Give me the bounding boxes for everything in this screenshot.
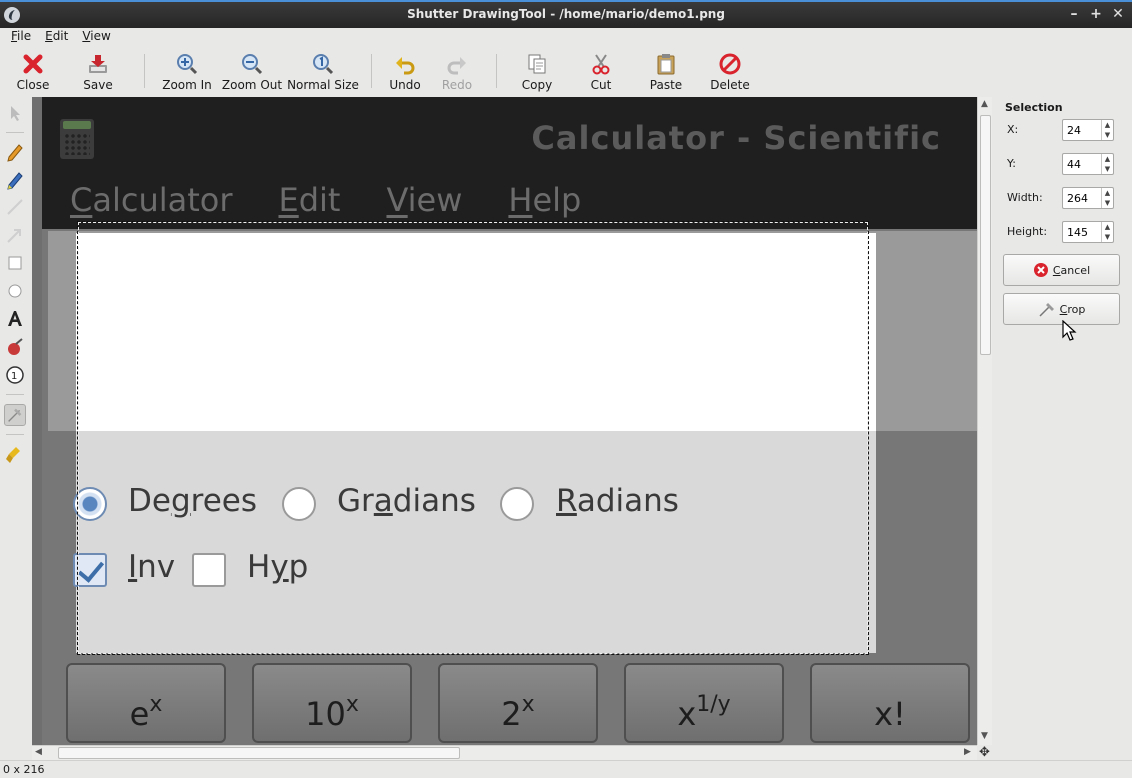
calculator-menu-view: View: [386, 181, 463, 219]
save-button[interactable]: Save: [62, 48, 134, 94]
copy-button[interactable]: Copy: [507, 48, 567, 94]
undo-icon: [396, 57, 415, 75]
calculator-menubar: Calculator Edit View Help: [70, 181, 627, 219]
close-window-button[interactable]: ✕: [1110, 5, 1126, 23]
save-icon: [89, 55, 107, 73]
paste-button[interactable]: Paste: [635, 48, 697, 94]
calculator-menu-calculator: Calculator: [70, 181, 233, 219]
width-input[interactable]: [1063, 188, 1101, 208]
redo-icon: [447, 57, 466, 75]
zoom-out-button[interactable]: Zoom Out: [219, 48, 285, 94]
line-tool-icon[interactable]: [4, 196, 26, 218]
crop-tool-icon[interactable]: [4, 404, 26, 426]
selection-heading: Selection: [1005, 101, 1063, 114]
scroll-left-icon[interactable]: ◀: [35, 747, 42, 757]
key-10-power-x: 10x: [252, 663, 412, 743]
selection-panel: Selection X: ▲▼ Y: ▲▼ Width: ▲▼ Height: …: [993, 97, 1132, 760]
minimize-button[interactable]: –: [1066, 5, 1082, 23]
tool-separator: [6, 132, 24, 133]
menu-bar: File Edit View: [0, 28, 1132, 46]
y-input[interactable]: [1063, 154, 1101, 174]
close-button[interactable]: Close: [4, 48, 62, 94]
key-factorial: x!: [810, 663, 970, 743]
normal-size-button[interactable]: Normal Size: [285, 48, 361, 94]
tool-palette: 1: [0, 96, 32, 760]
vertical-scroll-thumb[interactable]: [980, 115, 991, 355]
pencil-tool-icon[interactable]: [4, 140, 26, 162]
calculator-title: Calculator - Scientific: [531, 119, 941, 157]
key-e-power-x: ex: [66, 663, 226, 743]
zoom-original-icon: [313, 54, 334, 75]
tool-separator: [6, 394, 24, 395]
calculator-icon: [60, 119, 94, 159]
delete-icon: [719, 53, 741, 75]
menu-view[interactable]: View: [75, 28, 117, 46]
highlighter-tool-icon[interactable]: [4, 168, 26, 190]
y-label: Y:: [1007, 157, 1016, 170]
redo-button[interactable]: Redo: [428, 48, 486, 94]
zoom-in-icon: [177, 54, 198, 75]
move-icon[interactable]: ✥: [977, 745, 992, 760]
title-bar: Shutter DrawingTool - /home/mario/demo1.…: [0, 0, 1132, 28]
zoom-in-button[interactable]: Zoom In: [155, 48, 219, 94]
calculator-menu-help: Help: [508, 181, 582, 219]
horizontal-scroll-thumb[interactable]: [58, 747, 460, 759]
pointer-tool-icon[interactable]: [4, 102, 26, 124]
censor-tool-icon[interactable]: [4, 336, 26, 358]
cancel-icon: [1033, 263, 1048, 277]
toolbar-separator: [371, 54, 372, 88]
paste-icon: [657, 54, 675, 75]
key-2-power-x: 2x: [438, 663, 598, 743]
toolbar-separator: [496, 54, 497, 88]
status-bar: 0 x 216: [0, 760, 1132, 778]
horizontal-scrollbar[interactable]: ◀ ▶: [32, 745, 977, 760]
crop-selection-rectangle[interactable]: [77, 221, 869, 655]
width-label: Width:: [1007, 191, 1043, 204]
toolbar-separator: [144, 54, 145, 88]
mouse-cursor-icon: [1062, 320, 1077, 341]
cancel-button[interactable]: Cancel: [1003, 254, 1120, 286]
undo-button[interactable]: Undo: [382, 48, 428, 94]
window-title: Shutter DrawingTool - /home/mario/demo1.…: [407, 7, 725, 21]
svg-text:1: 1: [11, 371, 17, 382]
copy-icon: [528, 54, 546, 74]
delete-button[interactable]: Delete: [697, 48, 763, 94]
scroll-right-icon[interactable]: ▶: [964, 747, 971, 757]
text-tool-icon[interactable]: [4, 308, 26, 330]
ellipse-tool-icon[interactable]: [4, 280, 26, 302]
close-icon: [23, 54, 43, 74]
height-spinbox[interactable]: ▲▼: [1062, 221, 1114, 243]
height-spin-arrows-icon[interactable]: ▲ ▼: [1101, 222, 1113, 242]
tool-separator: [6, 434, 24, 435]
width-spinbox[interactable]: ▲▼: [1062, 187, 1114, 209]
x-spinbox[interactable]: ▲▼: [1062, 119, 1114, 141]
cut-button[interactable]: Cut: [567, 48, 635, 94]
scroll-down-icon[interactable]: ▼: [981, 731, 988, 741]
menu-file[interactable]: File: [4, 28, 38, 46]
clear-tool-icon[interactable]: [4, 444, 26, 466]
toolbar: Close Save Zoom In Zoom Out Normal Size …: [0, 48, 1132, 94]
scroll-up-icon[interactable]: ▲: [981, 99, 988, 109]
height-label: Height:: [1007, 225, 1048, 238]
y-spin-arrows-icon[interactable]: ▲ ▼: [1101, 154, 1113, 174]
x-spin-arrows-icon[interactable]: ▲ ▼: [1101, 120, 1113, 140]
crop-knife-icon: [1039, 303, 1054, 317]
x-label: X:: [1007, 123, 1019, 136]
maximize-button[interactable]: +: [1088, 5, 1104, 23]
number-tool-icon[interactable]: 1: [4, 364, 26, 386]
rectangle-tool-icon[interactable]: [4, 252, 26, 274]
y-spinbox[interactable]: ▲▼: [1062, 153, 1114, 175]
width-spin-arrows-icon[interactable]: ▲ ▼: [1101, 188, 1113, 208]
height-input[interactable]: [1063, 222, 1101, 242]
menu-edit[interactable]: Edit: [38, 28, 75, 46]
calculator-header: Calculator - Scientific Calculator Edit …: [42, 97, 977, 229]
drawing-canvas[interactable]: Calculator - Scientific Calculator Edit …: [32, 97, 977, 745]
calculator-menu-edit: Edit: [278, 181, 341, 219]
zoom-out-icon: [242, 54, 263, 75]
x-input[interactable]: [1063, 120, 1101, 140]
scissors-icon: [592, 54, 610, 75]
key-x-root-y: x1/y: [624, 663, 784, 743]
arrow-tool-icon[interactable]: [4, 224, 26, 246]
vertical-scrollbar[interactable]: ▲ ▼: [977, 97, 992, 745]
